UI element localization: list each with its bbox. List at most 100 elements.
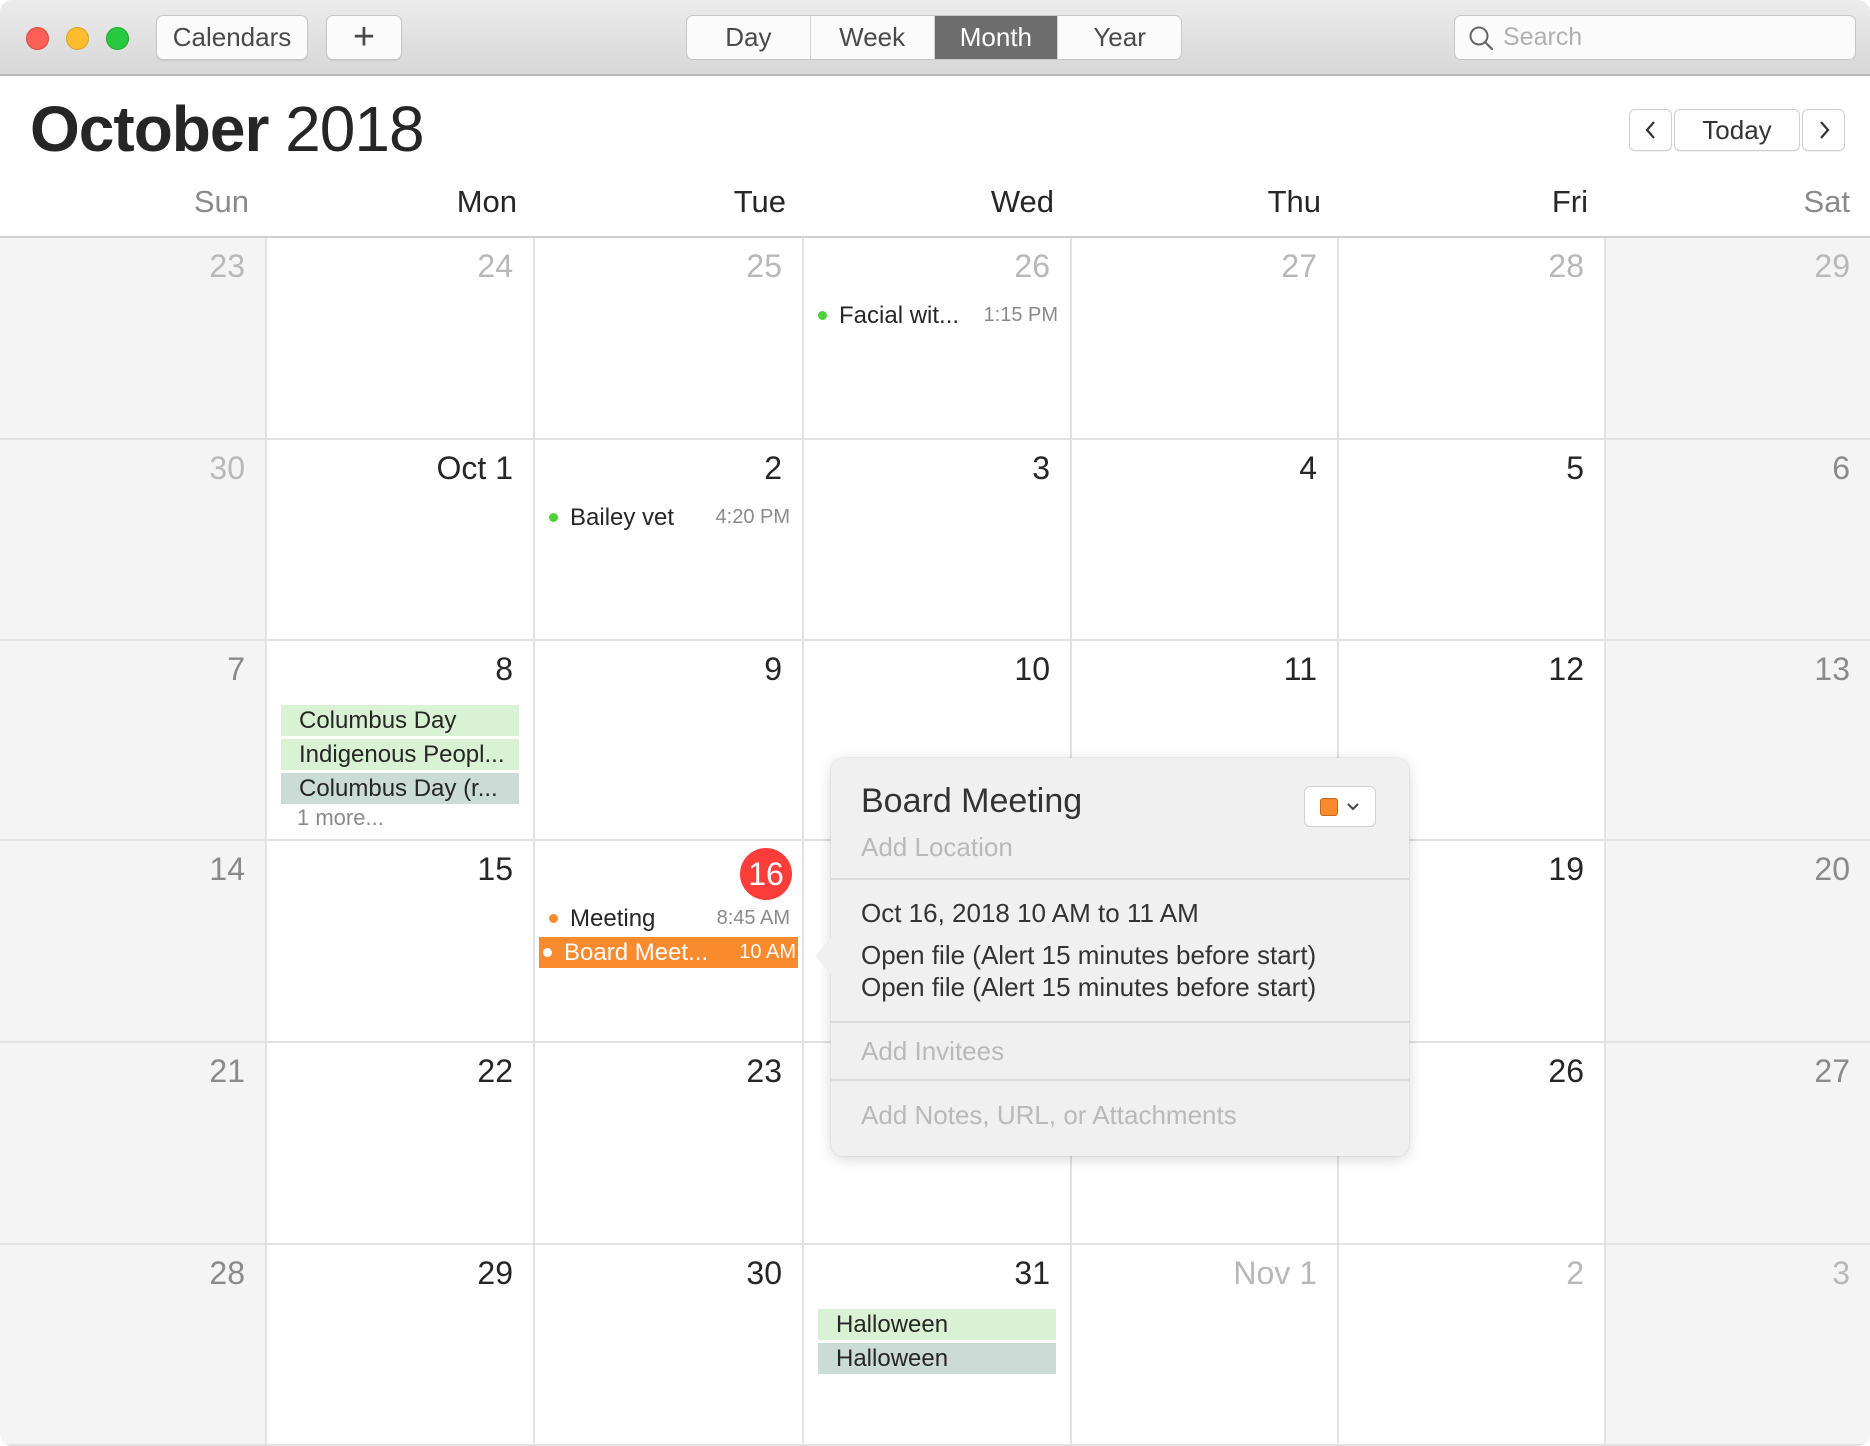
day-cell[interactable]: 15 — [267, 841, 535, 1043]
event-title: Bailey vet — [570, 503, 675, 531]
event-dot-icon — [549, 914, 558, 923]
event-title: Board Meet... — [564, 938, 709, 966]
add-notes-field[interactable]: Add Notes, URL, or Attachments — [861, 1100, 1237, 1131]
day-cell[interactable]: 13 — [1606, 641, 1870, 841]
all-day-event[interactable]: Columbus Day (r... — [281, 773, 519, 804]
page-title: October 2018 — [30, 92, 425, 166]
add-event-button[interactable]: + — [326, 15, 402, 60]
minimize-window-button[interactable] — [66, 27, 89, 50]
event-alert[interactable]: Open file (Alert 15 minutes before start… — [861, 940, 1316, 971]
day-number: Nov 1 — [1233, 1255, 1317, 1291]
day-cell[interactable]: 24 — [267, 238, 535, 440]
tab-week[interactable]: Week — [811, 16, 935, 59]
day-number: 30 — [746, 1255, 782, 1291]
day-number: 24 — [477, 248, 513, 284]
day-cell[interactable]: 3 — [1606, 1245, 1870, 1446]
weekday-header: Sun Mon Tue Wed Thu Fri Sat — [0, 180, 1870, 238]
day-cell[interactable]: Nov 1 — [1072, 1245, 1339, 1446]
day-cell[interactable]: 16 Meeting 8:45 AM Board Meet... 10 AM — [535, 841, 804, 1043]
event-title[interactable]: Board Meeting — [861, 782, 1082, 821]
day-cell[interactable]: 4 — [1072, 440, 1339, 641]
previous-month-button[interactable] — [1629, 109, 1672, 151]
calendars-button[interactable]: Calendars — [156, 15, 308, 60]
day-number: 27 — [1281, 248, 1317, 284]
day-cell[interactable]: 20 — [1606, 841, 1870, 1043]
day-cell[interactable]: 29 — [1606, 238, 1870, 440]
tab-year[interactable]: Year — [1058, 16, 1181, 59]
event-time: 1:15 PM — [983, 304, 1058, 326]
day-cell[interactable]: 27 — [1606, 1043, 1870, 1245]
day-number: 25 — [746, 248, 782, 284]
fullscreen-window-button[interactable] — [106, 27, 129, 50]
chevron-down-icon — [1347, 802, 1359, 810]
event-title: Meeting — [570, 904, 656, 932]
calendar-color-picker[interactable] — [1304, 786, 1376, 827]
day-cell[interactable]: 30 — [0, 440, 267, 641]
day-cell[interactable]: 23 — [535, 1043, 804, 1245]
day-number: 28 — [1548, 248, 1584, 284]
calendar-event[interactable]: Board Meet... 10 AM — [539, 937, 798, 968]
all-day-event[interactable]: Columbus Day — [281, 705, 519, 736]
weekday-wed: Wed — [990, 184, 1054, 219]
day-cell[interactable]: 23 — [0, 238, 267, 440]
day-cell[interactable]: 2 Bailey vet 4:20 PM — [535, 440, 804, 641]
all-day-event[interactable]: Halloween — [818, 1309, 1056, 1340]
weekday-sun: Sun — [193, 184, 249, 219]
day-number: 20 — [1814, 851, 1850, 887]
search-input[interactable] — [1503, 23, 1843, 52]
day-number: 23 — [746, 1053, 782, 1089]
day-number: 31 — [1014, 1255, 1050, 1291]
day-cell[interactable]: 8 Columbus Day Indigenous Peopl... Columbus… — [267, 641, 535, 841]
calendar-event[interactable]: Facial wit... 1:15 PM — [814, 300, 1060, 331]
day-cell[interactable]: 3 — [804, 440, 1072, 641]
tab-day[interactable]: Day — [687, 16, 811, 59]
day-cell[interactable]: 28 — [1339, 238, 1606, 440]
weekday-tue: Tue — [733, 184, 786, 219]
popover-arrow — [815, 938, 831, 974]
day-cell[interactable]: 26 Facial wit... 1:15 PM — [804, 238, 1072, 440]
day-cell[interactable]: 2 — [1339, 1245, 1606, 1446]
day-number: 26 — [1548, 1053, 1584, 1089]
day-number: 14 — [209, 851, 245, 887]
day-cell[interactable]: 27 — [1072, 238, 1339, 440]
event-date-time[interactable]: Oct 16, 2018 10 AM to 11 AM — [861, 898, 1199, 929]
day-cell[interactable]: 21 — [0, 1043, 267, 1245]
close-window-button[interactable] — [26, 27, 49, 50]
day-cell[interactable]: 5 — [1339, 440, 1606, 641]
next-month-button[interactable] — [1802, 109, 1845, 151]
day-cell[interactable]: 25 — [535, 238, 804, 440]
title-month: October — [30, 93, 269, 165]
day-number: 23 — [209, 248, 245, 284]
event-dot-icon — [818, 311, 827, 320]
day-number: 2 — [1566, 1255, 1584, 1291]
day-number: 26 — [1014, 248, 1050, 284]
calendar-window: Calendars + Day Week Month Year October … — [0, 0, 1870, 1446]
divider — [831, 1021, 1409, 1023]
day-cell[interactable]: 6 — [1606, 440, 1870, 641]
event-alert[interactable]: Open file (Alert 15 minutes before start… — [861, 972, 1316, 1003]
day-cell[interactable]: 9 — [535, 641, 804, 841]
all-day-event[interactable]: Halloween — [818, 1343, 1056, 1374]
day-number: 2 — [764, 450, 782, 486]
day-cell[interactable]: 30 — [535, 1245, 804, 1446]
calendar-event[interactable]: Meeting 8:45 AM — [545, 903, 792, 934]
more-events-link[interactable]: 1 more... — [297, 805, 384, 831]
divider — [831, 878, 1409, 880]
add-location-field[interactable]: Add Location — [861, 832, 1013, 863]
add-invitees-field[interactable]: Add Invitees — [861, 1036, 1004, 1067]
day-cell[interactable]: 14 — [0, 841, 267, 1043]
day-cell[interactable]: 28 — [0, 1245, 267, 1446]
weekday-fri: Fri — [1551, 184, 1588, 219]
day-cell[interactable]: 31 Halloween Halloween — [804, 1245, 1072, 1446]
day-cell[interactable]: 7 — [0, 641, 267, 841]
search-field[interactable] — [1454, 15, 1856, 60]
day-cell[interactable]: Oct 1 — [267, 440, 535, 641]
day-cell[interactable]: 22 — [267, 1043, 535, 1245]
calendar-event[interactable]: Bailey vet 4:20 PM — [545, 502, 792, 533]
tab-month[interactable]: Month — [934, 16, 1059, 59]
today-button[interactable]: Today — [1674, 109, 1800, 151]
all-day-event[interactable]: Indigenous Peopl... — [281, 739, 519, 770]
day-cell[interactable]: 29 — [267, 1245, 535, 1446]
day-number: 4 — [1299, 450, 1317, 486]
today-date-badge: 16 — [740, 848, 792, 900]
